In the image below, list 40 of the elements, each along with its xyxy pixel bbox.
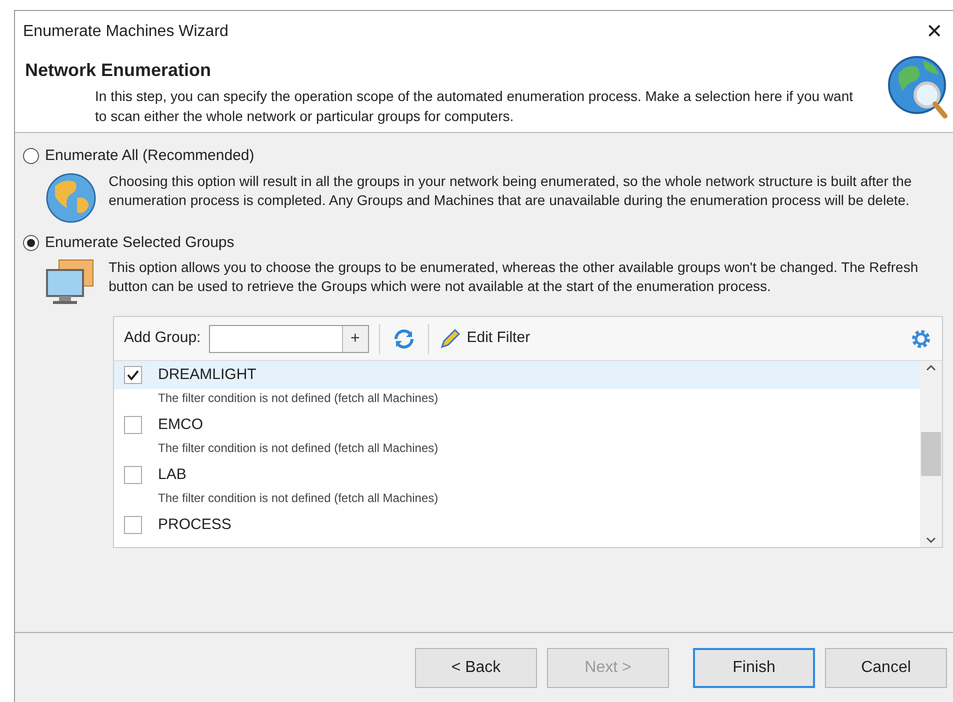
group-name: LAB — [158, 464, 186, 485]
scroll-down-icon — [926, 537, 936, 543]
header-title: Network Enumeration — [25, 59, 212, 82]
settings-button[interactable] — [910, 328, 932, 350]
radio-button[interactable] — [23, 234, 39, 251]
edit-filter-button[interactable]: Edit Filter — [438, 327, 530, 350]
wizard-button[interactable]: Cancel — [825, 648, 947, 688]
refresh-icon — [392, 326, 416, 350]
group-item[interactable]: LAB — [114, 461, 920, 489]
group-item[interactable]: DREAMLIGHT — [114, 361, 920, 389]
checkbox[interactable] — [124, 366, 142, 384]
group-name: DREAMLIGHT — [158, 364, 256, 385]
checkbox[interactable] — [124, 416, 142, 434]
scrollbar[interactable] — [920, 361, 942, 547]
scroll-up-icon — [926, 365, 936, 371]
option-description: This option allows you to choose the groups to be enumerated, whereas the other available groups won't be changed. The Refresh button can be used to retrieve the Groups which were not available at the start of the enumeration process. — [108, 258, 920, 296]
add-group-label: Add Group: — [124, 328, 201, 348]
group-name: PROCESS — [158, 514, 232, 535]
scrollbar-thumb[interactable] — [921, 432, 941, 476]
window-title: Enumerate Machines Wizard — [23, 22, 228, 42]
header-description: In this step, you can specify the operation scope of the automated enumeration process. Make a selection here if you want to scan either the whole network or particular groups for computers. — [94, 87, 854, 126]
group-name: EMCO — [158, 414, 203, 435]
checkbox[interactable] — [124, 516, 142, 534]
group-item[interactable]: EMCO — [114, 411, 920, 439]
globe-icon — [44, 172, 97, 224]
radio-button[interactable] — [23, 148, 39, 164]
pencil-icon — [438, 328, 461, 350]
group-item[interactable]: PROCESS — [114, 511, 920, 539]
radio-option[interactable]: Enumerate Selected Groups — [23, 232, 945, 254]
filter-description: The filter condition is not defined (fetch all Machines) — [157, 440, 440, 457]
filter-description: The filter condition is not defined (fetch all Machines) — [157, 490, 440, 507]
close-button[interactable]: ✕ — [922, 17, 947, 47]
option-description: Choosing this option will result in all the groups in your network being enumerated, so the whole network structure is built after the enumeration process is completed. Any Groups and Machines that are unavailable during the enumeration process will be delete. — [108, 172, 913, 210]
wizard-button[interactable]: < Back — [415, 648, 537, 688]
checkbox[interactable] — [124, 466, 142, 484]
radio-option[interactable]: Enumerate All (Recommended) — [23, 145, 945, 168]
filter-description: The filter condition is not defined (fetch all Machines) — [157, 390, 440, 407]
globe-search-icon — [887, 53, 949, 121]
wizard-button[interactable]: Finish — [693, 648, 815, 688]
settings-icon — [910, 328, 932, 350]
